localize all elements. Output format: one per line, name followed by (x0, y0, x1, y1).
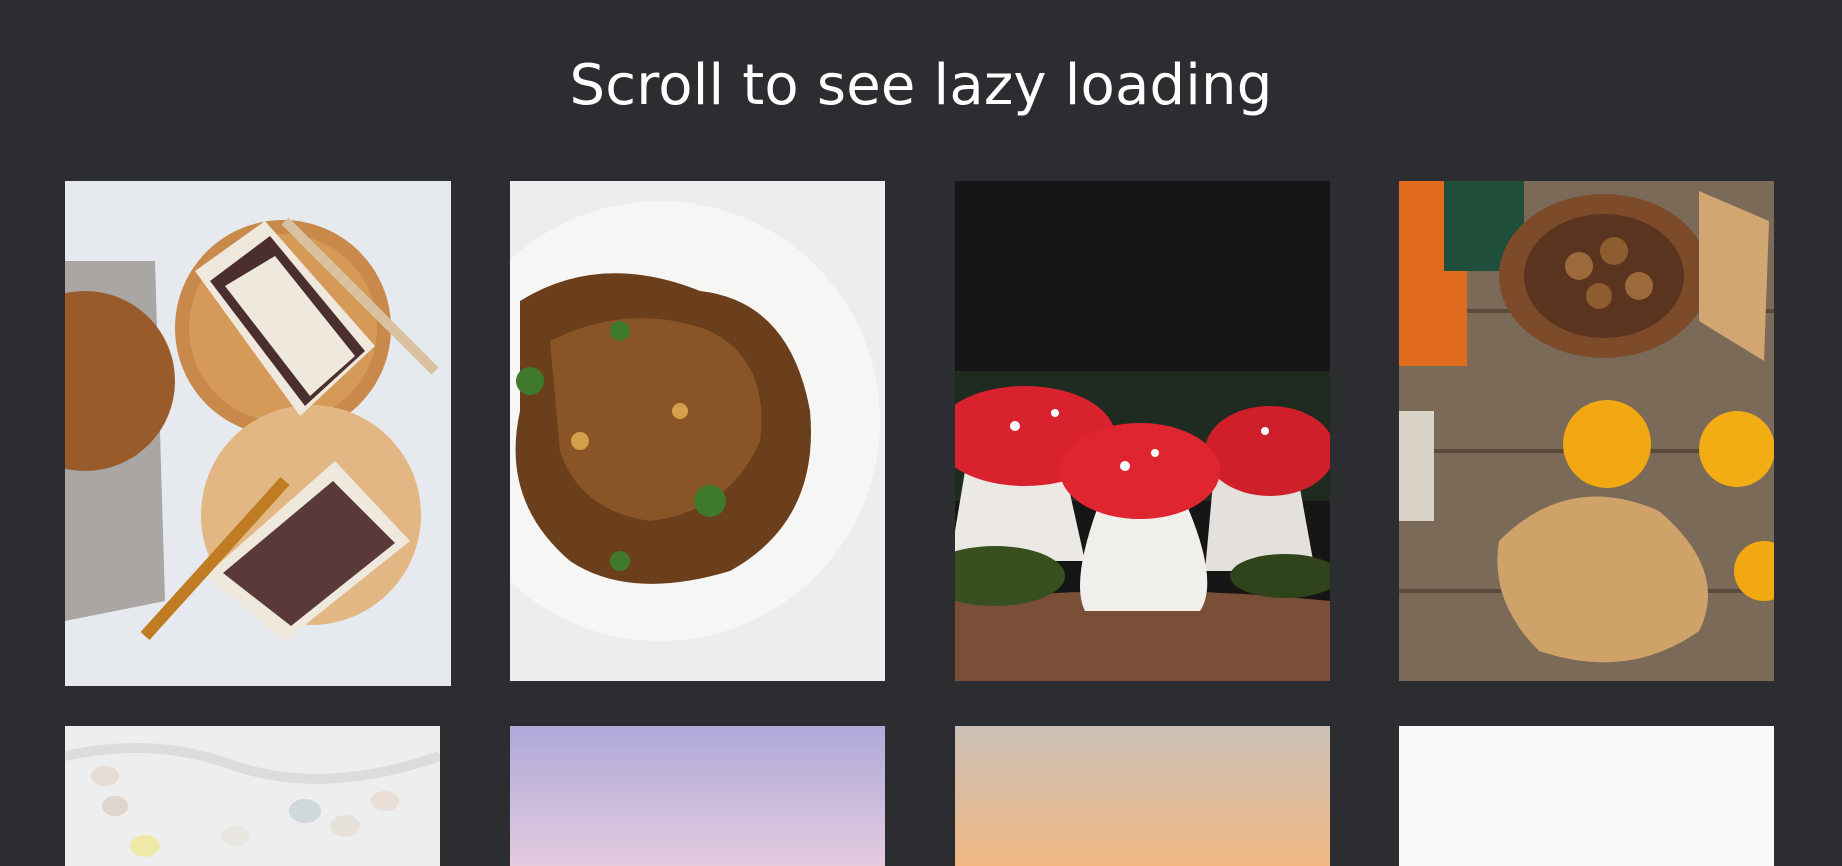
gallery-image-cake[interactable] (65, 181, 451, 686)
walnut-dish-image (510, 181, 885, 681)
gallery-image-peach-sunset[interactable] (955, 726, 1330, 866)
eggs-image (65, 726, 440, 866)
gallery-image-mushrooms[interactable] (955, 181, 1330, 681)
gallery-image-eggs[interactable] (65, 726, 440, 866)
cake-image (65, 181, 451, 686)
gallery-image-blank[interactable] (1399, 726, 1774, 866)
acorns-image (1399, 181, 1774, 681)
page-title: Scroll to see lazy loading (569, 53, 1273, 118)
mushrooms-image (955, 181, 1330, 681)
gallery-image-lavender-sky[interactable] (510, 726, 885, 866)
lavender-sky-image (510, 726, 885, 866)
blank-image (1399, 726, 1774, 866)
gallery-image-walnut-dish[interactable] (510, 181, 885, 681)
gallery-image-acorns[interactable] (1399, 181, 1774, 681)
peach-sunset-image (955, 726, 1330, 866)
